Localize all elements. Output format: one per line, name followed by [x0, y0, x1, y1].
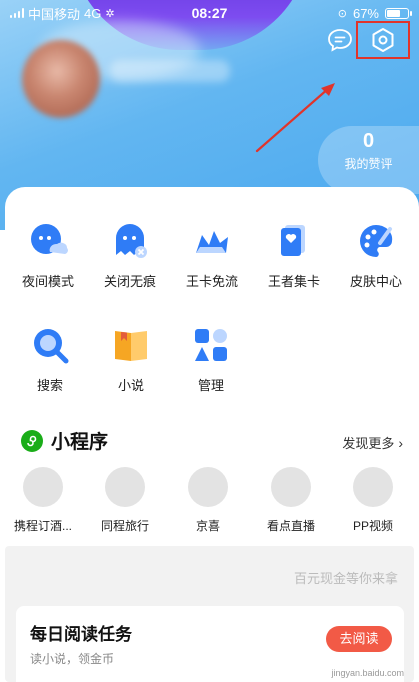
- promo-text[interactable]: 百元现金等你来拿: [294, 568, 398, 587]
- mini-program-logo: [353, 467, 393, 507]
- my-likes[interactable]: 0 我的赞评: [318, 126, 419, 194]
- card-collection-button[interactable]: 王者集卡: [252, 221, 336, 290]
- card-collection-icon: [281, 225, 305, 256]
- function-label: 搜索: [36, 378, 63, 393]
- task-title: 每日阅读任务: [30, 625, 132, 644]
- settings-button[interactable]: [356, 21, 410, 59]
- novel-button[interactable]: 小说: [89, 325, 173, 394]
- mini-program-icon: [21, 429, 43, 452]
- mini-program-logo: [23, 467, 63, 507]
- mini-program-label: 看点直播: [266, 519, 315, 533]
- battery-icon: [385, 7, 412, 19]
- function-label: 管理: [197, 378, 224, 393]
- message-icon: [328, 29, 352, 52]
- mini-program-label: 携程订酒...: [13, 519, 72, 533]
- mini-program-item[interactable]: 同程旅行: [83, 467, 167, 534]
- function-label: 王卡免流: [185, 274, 238, 289]
- task-subtitle: 读小说，领金币: [30, 652, 115, 666]
- function-label: 小说: [117, 378, 144, 393]
- discover-more-link[interactable]: 发现更多 ›: [342, 433, 403, 452]
- discover-more-label: 发现更多: [342, 436, 395, 451]
- mini-program-logo: [188, 467, 228, 507]
- mini-program-label: 同程旅行: [100, 519, 149, 533]
- night-mode-icon: [31, 224, 68, 254]
- close-incognito-button[interactable]: 关闭无痕: [88, 221, 172, 290]
- messages-button[interactable]: [327, 28, 353, 52]
- mini-program-logo: [105, 467, 145, 507]
- close-incognito-icon: [116, 224, 147, 258]
- likes-count: 0: [362, 130, 375, 152]
- settings-icon: [372, 28, 394, 52]
- mini-program-item[interactable]: 京喜: [166, 467, 250, 534]
- mini-program-label: 京喜: [195, 519, 220, 533]
- watermark: jingyan.baidu.com: [331, 668, 404, 678]
- mini-program-label: PP视频: [352, 519, 393, 533]
- king-card-button[interactable]: 王卡免流: [170, 221, 254, 290]
- night-mode-button[interactable]: 夜间模式: [6, 221, 90, 290]
- manage-icon: [195, 329, 227, 361]
- username-blurred: [110, 60, 230, 82]
- function-label: 夜间模式: [21, 274, 74, 289]
- skin-center-button[interactable]: 皮肤中心: [334, 221, 418, 290]
- book-icon: [115, 331, 147, 361]
- search-button[interactable]: 搜索: [8, 325, 92, 394]
- function-row: 搜索 小说 管理: [5, 325, 419, 395]
- tasks-section: 百元现金等你来拿 每日阅读任务 读小说，领金币 去阅读 jingyan.baid…: [5, 546, 414, 682]
- mini-program-item[interactable]: PP视频: [331, 467, 415, 534]
- mini-program-item[interactable]: 看点直播: [249, 467, 333, 534]
- king-card-icon: [196, 231, 228, 253]
- likes-label: 我的赞评: [344, 157, 393, 171]
- rotation-lock-icon: ⊙: [337, 7, 347, 20]
- palette-icon: [360, 224, 393, 257]
- manage-button[interactable]: 管理: [169, 325, 253, 394]
- mini-programs-header: 小程序: [21, 427, 108, 454]
- mini-program-logo: [271, 467, 311, 507]
- mini-program-item[interactable]: 携程订酒...: [1, 467, 85, 534]
- search-icon: [34, 329, 69, 364]
- function-label: 关闭无痕: [103, 274, 156, 289]
- avatar[interactable]: [22, 40, 100, 118]
- function-row: 夜间模式 关闭无痕 王卡免流 王者集卡 皮肤中心: [5, 221, 419, 291]
- function-label: 王者集卡: [267, 274, 320, 289]
- mini-programs-title: 小程序: [51, 432, 109, 453]
- go-read-button[interactable]: 去阅读: [326, 626, 392, 652]
- chevron-right-icon: ›: [398, 434, 403, 451]
- battery-percent: 67%: [352, 5, 379, 21]
- function-label: 皮肤中心: [349, 274, 402, 289]
